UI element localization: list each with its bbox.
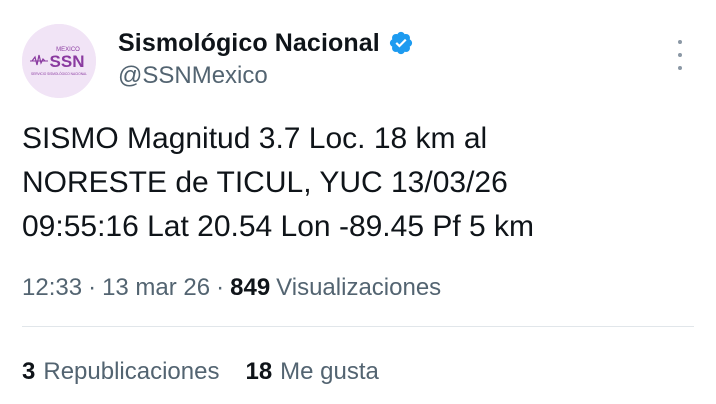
reposts-count: 3 (22, 358, 36, 385)
divider (22, 326, 694, 327)
avatar[interactable]: MEXICO SSN SERVICIO SISMOLÓGICO NACIONAL (22, 24, 96, 98)
likes-label: Me gusta (280, 358, 379, 385)
dot (678, 40, 682, 44)
dot (678, 66, 682, 70)
more-options-icon[interactable] (671, 40, 689, 70)
views-label: Visualizaciones (276, 274, 442, 301)
likes-count: 18 (245, 358, 273, 385)
logo-main-text: SSN (50, 52, 85, 71)
tweet-meta: 12:33 · 13 mar 26 · 849 Visualizaciones (22, 274, 441, 302)
views-count: 849 (230, 274, 271, 301)
logo-sub-text: SERVICIO SISMOLÓGICO NACIONAL (31, 71, 87, 76)
author-name[interactable]: Sismológico Nacional (118, 29, 380, 58)
reposts-label: Republicaciones (43, 358, 220, 385)
author-handle[interactable]: @SSNMexico (118, 62, 268, 90)
tweet-stats: 3 Republicaciones 18 Me gusta (22, 358, 379, 386)
meta-separator: · (88, 274, 97, 301)
meta-separator: · (216, 274, 225, 301)
verified-badge-icon (389, 31, 412, 55)
author-name-row: Sismológico Nacional (118, 25, 414, 61)
tweet-line: SISMO Magnitud 3.7 Loc. 18 km al (22, 122, 488, 155)
tweet-time[interactable]: 12:33 (22, 274, 82, 302)
dot (678, 53, 682, 57)
tweet-line: NORESTE de TICUL, YUC 13/03/26 (22, 166, 508, 199)
tweet-line: 09:55:16 Lat 20.54 Lon -89.45 Pf 5 km (22, 210, 535, 243)
likes-stat[interactable]: 18 Me gusta (245, 358, 378, 386)
ssn-logo: MEXICO SSN SERVICIO SISMOLÓGICO NACIONAL (22, 24, 96, 98)
tweet-text: SISMO Magnitud 3.7 Loc. 18 km al NORESTE… (22, 117, 692, 249)
tweet-date[interactable]: 13 mar 26 (102, 274, 210, 302)
reposts-stat[interactable]: 3 Republicaciones (22, 358, 219, 386)
